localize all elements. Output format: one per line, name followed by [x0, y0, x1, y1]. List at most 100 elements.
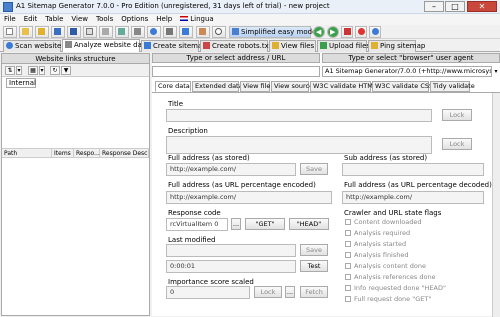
flag-analysis-required[interactable]: Analysis required	[345, 229, 410, 237]
chevron-down-icon[interactable]: ▾	[39, 66, 45, 75]
stop-button[interactable]	[355, 26, 367, 38]
full-address-field[interactable]: http://example.com/	[166, 163, 296, 176]
tab-ping-sitemap[interactable]: Ping sitemap	[368, 40, 425, 52]
column-header-path[interactable]: Path	[2, 149, 52, 158]
description-lock-button[interactable]: Lock	[442, 138, 472, 150]
tab-analyze-website-data[interactable]: Analyze website data	[62, 39, 149, 52]
tools-button[interactable]	[131, 26, 145, 38]
refresh-button[interactable]	[369, 26, 381, 38]
last-modified-time-field[interactable]: 0:00:01	[166, 260, 296, 273]
full-address-save-button[interactable]: Save	[300, 163, 328, 175]
title-lock-button[interactable]: Lock	[442, 109, 472, 121]
subtab-view-source[interactable]: View source	[271, 81, 313, 92]
filter-icon[interactable]: ▼	[61, 66, 71, 75]
menu-lingua[interactable]: Lingua	[176, 14, 217, 25]
chevron-down-icon[interactable]: ▾	[492, 66, 500, 77]
menu-options[interactable]: Options	[117, 14, 152, 25]
new-project-button[interactable]	[3, 26, 17, 38]
simplified-mode-button[interactable]: Simplified easy mode	[229, 26, 316, 38]
subtab-w3c-html[interactable]: W3C validate HTML	[310, 81, 376, 92]
maximize-button[interactable]: □	[445, 1, 465, 12]
column-header-response-desc[interactable]: Response Desc	[100, 149, 149, 158]
chevron-down-icon[interactable]: ▾	[16, 66, 22, 75]
column-header-items[interactable]: Items	[52, 149, 74, 158]
decoded-address-field[interactable]: http://example.com/	[342, 191, 484, 204]
last-modified-save-button[interactable]: Save	[300, 244, 328, 256]
save-as-button[interactable]	[67, 26, 81, 38]
tab-create-sitemap[interactable]: Create sitemap	[141, 40, 207, 52]
help-button[interactable]	[147, 26, 161, 38]
export-button[interactable]	[115, 26, 129, 38]
open-dropdown-button[interactable]	[35, 26, 49, 38]
importance-field[interactable]: 0	[166, 286, 250, 299]
fetch-button[interactable]: Fetch	[300, 286, 328, 298]
response-code-browse-button[interactable]: ...	[231, 218, 241, 230]
tab-view-files[interactable]: View files	[269, 40, 316, 52]
get-button[interactable]: "GET"	[245, 218, 285, 230]
description-field[interactable]	[166, 136, 432, 154]
home-button[interactable]	[341, 26, 353, 38]
last-modified-date-field[interactable]	[166, 244, 296, 257]
subtab-w3c-css[interactable]: W3C validate CSS	[372, 81, 433, 92]
importance-browse-button[interactable]: ...	[285, 286, 295, 298]
menu-view[interactable]: View	[67, 14, 92, 25]
back-button[interactable]: ◀	[313, 26, 325, 38]
properties-button[interactable]	[83, 26, 97, 38]
head-button[interactable]: "HEAD"	[289, 218, 329, 230]
response-code-field[interactable]: rcVirtualItem 0	[166, 218, 228, 231]
user-agent-combobox[interactable]: A1 Sitemap Generator/7.0.0 (+http://www.…	[322, 66, 492, 77]
table-icon[interactable]: ▦	[28, 66, 38, 75]
menu-table[interactable]: Table	[41, 14, 67, 25]
tab-create-robots[interactable]: Create robots.txt	[200, 40, 271, 52]
menu-lingua-label: Lingua	[190, 15, 214, 23]
menu-tools[interactable]: Tools	[92, 14, 117, 25]
search-button[interactable]	[212, 26, 226, 38]
tab-upload-files[interactable]: Upload files	[317, 40, 370, 52]
save-project-button[interactable]	[51, 26, 65, 38]
checkbox[interactable]	[345, 219, 351, 225]
subtab-core-data[interactable]: Core data	[155, 81, 191, 92]
flag-full-request-done[interactable]: Full request done "GET"	[345, 295, 431, 303]
menu-edit[interactable]: Edit	[20, 14, 42, 25]
checkbox[interactable]	[345, 285, 351, 291]
menu-file[interactable]: File	[0, 14, 20, 25]
tab-scan-website[interactable]: Scan website	[3, 40, 61, 52]
refresh-icon[interactable]: ↻	[50, 66, 60, 75]
flag-analysis-content-done[interactable]: Analysis content done	[345, 262, 426, 270]
subtab-extended-data[interactable]: Extended data	[192, 81, 243, 92]
document-icon	[86, 28, 93, 35]
open-project-button[interactable]	[19, 26, 33, 38]
close-button[interactable]: ✕	[467, 1, 497, 12]
user-button[interactable]	[196, 26, 210, 38]
subtab-tidy-validate[interactable]: Tidy validate	[430, 81, 475, 92]
sub-address-field[interactable]	[342, 163, 484, 176]
forward-button[interactable]: ▶	[327, 26, 339, 38]
dropdown-button[interactable]	[163, 26, 177, 38]
subtab-view-file[interactable]: View file	[240, 81, 270, 92]
flag-info-requested-done[interactable]: Info requested done "HEAD"	[345, 284, 446, 292]
checkbox[interactable]	[345, 296, 351, 302]
flag-analysis-references-done[interactable]: Analysis references done	[345, 273, 436, 281]
menu-help[interactable]: Help	[152, 14, 176, 25]
flag-analysis-finished[interactable]: Analysis finished	[345, 251, 409, 259]
checkbox[interactable]	[345, 230, 351, 236]
checkbox[interactable]	[345, 241, 351, 247]
importance-lock-button[interactable]: Lock	[254, 286, 282, 298]
tab-internal[interactable]: Internal	[6, 78, 36, 88]
search-icon	[215, 28, 222, 35]
address-combobox[interactable]	[152, 66, 320, 77]
checkbox[interactable]	[345, 263, 351, 269]
checkbox[interactable]	[345, 274, 351, 280]
vertical-scrollbar[interactable]	[492, 93, 500, 317]
flag-analysis-started[interactable]: Analysis started	[345, 240, 406, 248]
minimize-button[interactable]: –	[424, 1, 444, 12]
info-button[interactable]	[179, 26, 193, 38]
checkbox[interactable]	[345, 252, 351, 258]
column-header-response[interactable]: Respo...	[74, 149, 100, 158]
tree-icon[interactable]: ⇅	[5, 66, 15, 75]
encoded-address-field[interactable]: http://example.com/	[166, 191, 332, 204]
test-button[interactable]: Test	[300, 260, 328, 272]
print-button[interactable]	[99, 26, 113, 38]
flag-content-downloaded[interactable]: Content downloaded	[345, 218, 421, 226]
title-field[interactable]	[166, 109, 432, 122]
